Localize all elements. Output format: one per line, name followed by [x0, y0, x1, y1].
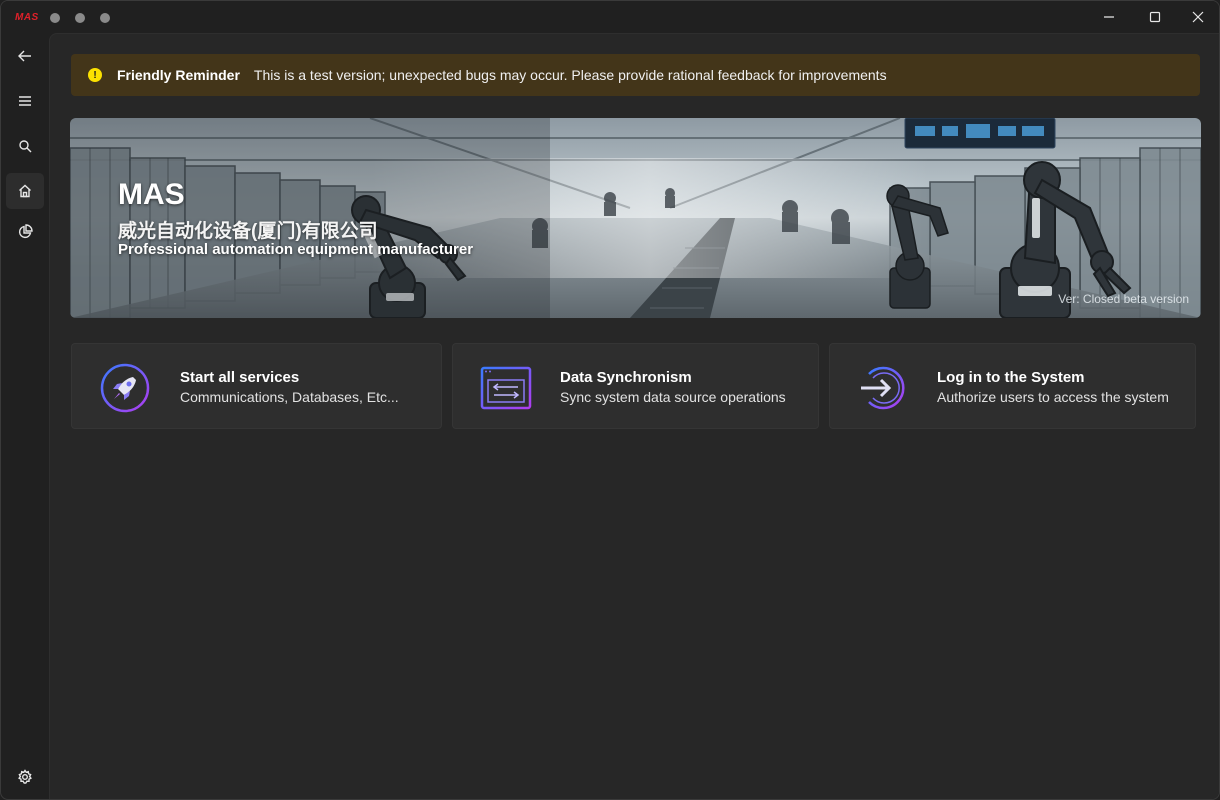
- search-button[interactable]: [6, 128, 44, 164]
- card-description: Communications, Databases, Etc...: [180, 389, 399, 405]
- close-icon: [1192, 11, 1204, 23]
- sidebar-item-home[interactable]: [6, 173, 44, 209]
- reminder-banner: ! Friendly Reminder This is a test versi…: [71, 54, 1200, 96]
- sidebar-item-dashboard[interactable]: [6, 214, 44, 250]
- warning-icon: !: [88, 68, 102, 82]
- close-button[interactable]: [1175, 1, 1219, 33]
- card-title: Start all services: [180, 369, 300, 386]
- dot-icon: [75, 13, 85, 23]
- minimize-button[interactable]: [1086, 1, 1132, 33]
- login-card[interactable]: Log in to the System Authorize users to …: [829, 343, 1196, 429]
- card-title: Log in to the System: [937, 369, 1085, 386]
- back-button[interactable]: [6, 38, 44, 74]
- menu-button[interactable]: [6, 83, 44, 119]
- window-dots: [50, 13, 110, 23]
- reminder-title: Friendly Reminder: [117, 67, 240, 83]
- hamburger-icon: [19, 96, 31, 106]
- maximize-button[interactable]: [1132, 1, 1178, 33]
- sidebar: [1, 33, 49, 799]
- version-label: Ver: Closed beta version: [1058, 292, 1189, 306]
- pie-chart-icon: [18, 224, 33, 239]
- banner-company: 威光自动化设备(厦门)有限公司: [118, 221, 378, 242]
- app-logo: MAS: [15, 12, 39, 23]
- dot-icon: [50, 13, 60, 23]
- sync-window-icon: [480, 366, 532, 411]
- banner-title: MAS: [118, 178, 185, 211]
- hero-banner: MAS 威光自动化设备(厦门)有限公司 Professional automat…: [70, 118, 1201, 318]
- banner-subtitle: Professional automation equipment manufa…: [118, 241, 474, 258]
- gear-icon: [18, 769, 32, 784]
- card-description: Sync system data source operations: [560, 389, 786, 405]
- home-icon: [19, 184, 31, 198]
- maximize-icon: [1149, 11, 1161, 23]
- settings-button[interactable]: [6, 759, 44, 795]
- minimize-icon: [1104, 16, 1114, 18]
- title-bar: MAS: [1, 1, 1219, 33]
- app-window: MAS ! Friendly Reminder This is a test v…: [0, 0, 1220, 800]
- data-sync-card[interactable]: Data Synchronism Sync system data source…: [452, 343, 819, 429]
- login-icon: [861, 366, 905, 410]
- dot-icon: [100, 13, 110, 23]
- rocket-icon: [100, 363, 150, 413]
- arrow-left-icon: [18, 50, 31, 62]
- start-services-card[interactable]: Start all services Communications, Datab…: [71, 343, 442, 429]
- main-content: ! Friendly Reminder This is a test versi…: [49, 33, 1219, 799]
- card-description: Authorize users to access the system: [937, 389, 1169, 405]
- reminder-text: This is a test version; unexpected bugs …: [253, 67, 887, 83]
- card-title: Data Synchronism: [560, 369, 692, 386]
- search-icon: [19, 140, 32, 153]
